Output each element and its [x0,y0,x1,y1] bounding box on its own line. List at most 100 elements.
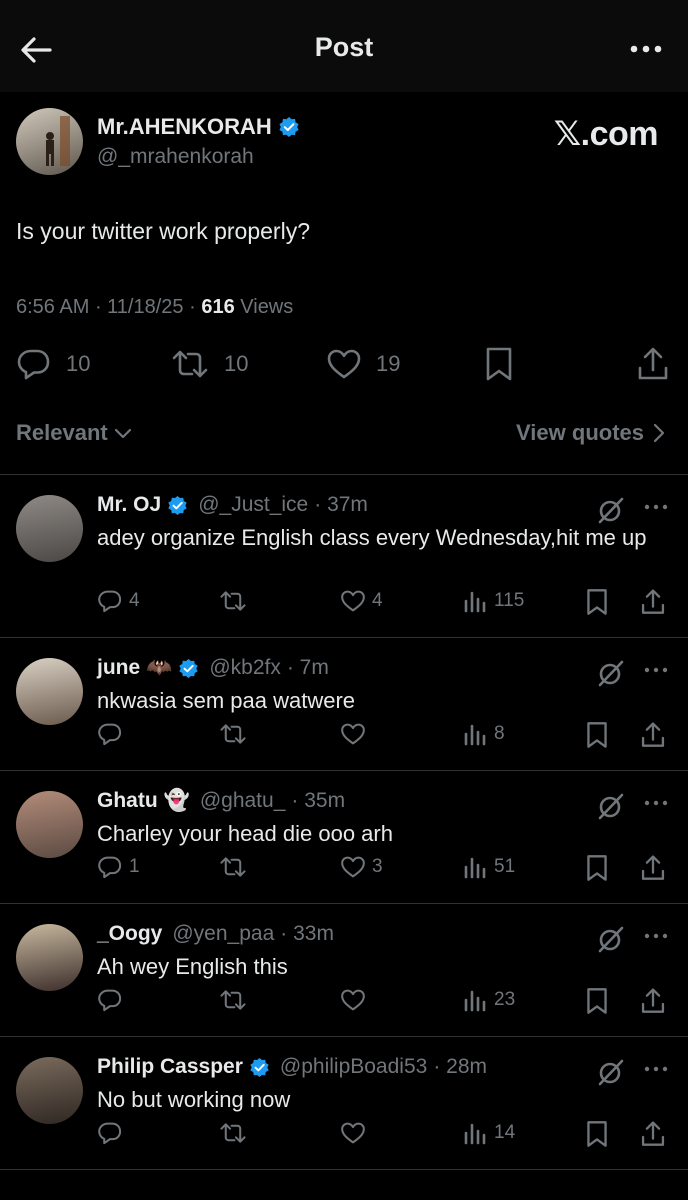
grok-icon[interactable] [596,791,626,821]
reply-icon [97,588,123,614]
reply-author-handle[interactable]: @philipBoadi53 [280,1055,427,1079]
reply-text: No but working now [97,1087,291,1112]
share-button[interactable] [636,346,670,382]
share-button[interactable] [640,721,666,749]
reply-author-handle[interactable]: @_Just_ice [198,493,308,517]
share-button[interactable] [640,1120,666,1148]
reply-author-handle[interactable]: @kb2fx [209,656,281,680]
more-horizontal-icon[interactable] [641,793,671,813]
grok-icon[interactable] [596,658,626,688]
reply-button[interactable] [97,987,129,1013]
like-button[interactable] [340,721,372,747]
repost-icon [218,854,248,880]
reply-avatar[interactable] [16,495,83,562]
bookmark-button[interactable] [585,588,609,616]
reply-time[interactable]: · 37m [314,493,368,517]
post-time[interactable]: 6:56 AM [16,296,89,318]
like-button[interactable]: 19 [326,346,400,382]
chevron-right-icon [653,423,665,443]
reply-button[interactable] [97,721,129,747]
repost-button[interactable] [218,854,254,880]
reply-author-name[interactable]: Ghatu [97,789,158,813]
repost-button[interactable] [218,1120,254,1146]
like-button[interactable]: 4 [340,588,383,614]
bookmark-button[interactable] [585,987,609,1015]
bookmark-button[interactable] [585,1120,609,1148]
post-actions: 10 10 19 [0,340,688,390]
reply-author-handle[interactable]: @ghatu_ [200,789,286,813]
repost-button[interactable] [218,987,254,1013]
reply-header: Ghatu 👻 @ghatu_ · 35m [97,789,345,813]
repost-button[interactable] [218,721,254,747]
author-avatar[interactable] [16,108,83,175]
reply-button[interactable]: 1 [97,854,140,880]
reply-item[interactable]: Ghatu 👻 @ghatu_ · 35m Charley your head die … [0,771,688,904]
like-button[interactable] [340,1120,372,1146]
reply-item[interactable]: Philip Cassper @philipBoadi53 · 28m No but … [0,1037,688,1170]
post-date[interactable]: 11/18/25 [107,296,183,318]
reply-button[interactable]: 4 [97,588,140,614]
verified-badge-icon [249,1057,270,1078]
reply-time[interactable]: · 35m [291,789,345,813]
grok-icon[interactable] [596,1057,626,1087]
reply-time[interactable]: · 28m [433,1055,487,1079]
author-name-row[interactable]: Mr.AHENKORAH [97,114,300,140]
more-horizontal-icon[interactable] [641,660,671,680]
views-button[interactable]: 115 [462,588,524,614]
repost-button[interactable] [218,588,254,614]
bookmark-button[interactable] [484,346,514,382]
share-button[interactable] [640,854,666,882]
repost-icon [218,721,248,747]
bar-chart-icon [462,721,488,747]
more-horizontal-icon[interactable] [641,497,671,517]
reply-time[interactable]: · 33m [280,922,334,946]
divider [0,1169,688,1170]
view-quotes-link[interactable]: View quotes [516,420,666,446]
views-label: Views [240,296,294,318]
views-count: 14 [494,1122,516,1143]
grok-icon[interactable] [596,495,626,525]
more-horizontal-icon[interactable] [641,1059,671,1079]
author-handle[interactable]: @_mrahenkorah [97,145,254,169]
views-button[interactable]: 8 [462,721,505,747]
reply-time[interactable]: · 7m [287,656,329,680]
views-count: 616 [201,296,235,318]
views-button[interactable]: 23 [462,987,515,1013]
repost-icon [218,987,248,1013]
reply-author-name[interactable]: Philip Cassper [97,1055,243,1079]
views-button[interactable]: 51 [462,854,515,880]
reply-avatar[interactable] [16,1057,83,1124]
reply-avatar[interactable] [16,658,83,725]
views-button[interactable]: 14 [462,1120,515,1146]
more-options-button[interactable] [626,34,666,64]
reply-icon [97,1120,123,1146]
share-button[interactable] [640,987,666,1015]
reply-item[interactable]: june 🦇 @kb2fx · 7m nkwasia sem paa watwere 8 [0,638,688,771]
bookmark-button[interactable] [585,721,609,749]
bookmark-button[interactable] [585,854,609,882]
verified-badge-icon [167,495,188,516]
heart-icon [340,987,366,1013]
relevant-dropdown[interactable]: Relevant [16,420,134,446]
like-button[interactable] [340,987,372,1013]
reply-author-name[interactable]: june [97,656,140,680]
author-name[interactable]: Mr.AHENKORAH [97,114,272,140]
reply-actions: 23 [0,987,688,1021]
repost-button[interactable]: 10 [170,346,248,382]
reply-button[interactable]: 10 [16,346,90,382]
reply-item[interactable]: _Oogy @yen_paa · 33m Ah wey English this 23 [0,904,688,1037]
reply-avatar[interactable] [16,924,83,991]
reply-item[interactable]: Mr. OJ @_Just_ice · 37m adey organize Engli… [0,475,688,638]
reply-author-name[interactable]: _Oogy [97,922,162,946]
reply-avatar[interactable] [16,791,83,858]
more-horizontal-icon[interactable] [641,926,671,946]
reply-author-handle[interactable]: @yen_paa [172,922,274,946]
name-emoji: 👻 [163,789,190,812]
reply-button[interactable] [97,1120,129,1146]
reply-header: Philip Cassper @philipBoadi53 · 28m [97,1055,487,1079]
like-button[interactable]: 3 [340,854,383,880]
grok-icon[interactable] [596,924,626,954]
share-button[interactable] [640,588,666,616]
chevron-down-icon [114,428,131,439]
reply-author-name[interactable]: Mr. OJ [97,493,161,517]
